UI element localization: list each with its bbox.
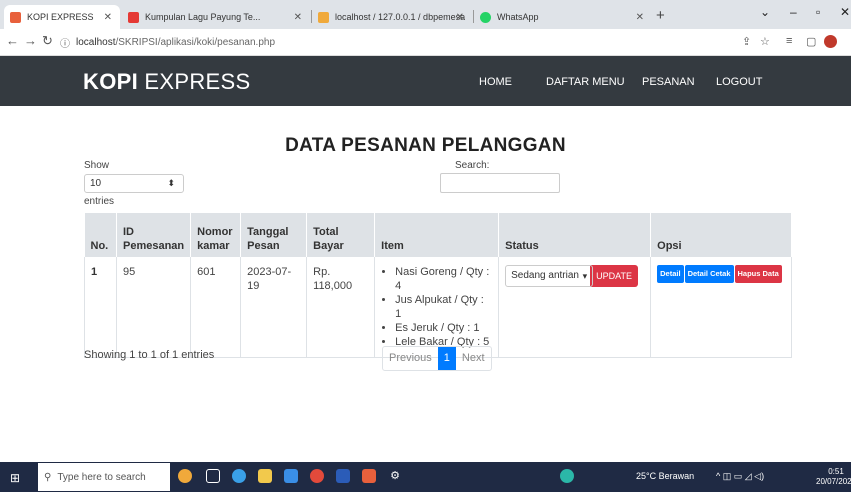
tab-search-icon[interactable]: ⌄ [760, 5, 770, 19]
pagination: Previous 1 Next [382, 346, 492, 371]
cell-total: Rp. 118,000 [306, 257, 376, 358]
tab-phpmyadmin[interactable]: localhost / 127.0.0.1 / dbpemesa ✕ [312, 5, 472, 29]
nav-logout[interactable]: LOGOUT [716, 76, 762, 88]
tab-whatsapp[interactable]: WhatsApp ✕ [474, 5, 652, 29]
col-no[interactable]: No. [84, 213, 117, 257]
table-row: 1 95 601 2023-07-19 Rp. 118,000 Nasi Gor… [84, 257, 792, 358]
hapus-data-button[interactable]: Hapus Data [734, 265, 782, 283]
item-list: Nasi Goreng / Qty : 4 Jus Alpukat / Qty … [381, 265, 492, 349]
minimize-icon[interactable]: – [790, 5, 797, 19]
close-tab-icon[interactable]: ✕ [636, 12, 644, 23]
entries-label: entries [84, 196, 115, 207]
cell-items: Nasi Goreng / Qty : 4 Jus Alpukat / Qty … [374, 257, 500, 358]
detail-cetak-button[interactable]: Detail Cetak [684, 265, 734, 283]
settings-gear-icon[interactable]: ⚙ [388, 469, 402, 483]
col-status[interactable]: Status [498, 213, 652, 257]
chrome-icon[interactable] [310, 469, 324, 483]
word-icon[interactable] [336, 469, 350, 483]
app-icon[interactable] [560, 469, 574, 483]
browser-tab-bar: KOPI EXPRESS ✕ Kumpulan Lagu Payung Te..… [0, 0, 851, 29]
next-button[interactable]: Next [456, 347, 491, 370]
close-tab-icon[interactable]: ✕ [104, 12, 112, 23]
nav-home[interactable]: HOME [479, 76, 512, 88]
tray-icons[interactable]: ^ ◫ ▭ ◿ ◁) [716, 471, 764, 482]
bookmark-star-icon[interactable]: ☆ [760, 35, 770, 48]
site-info-icon[interactable]: ⓘ [60, 35, 70, 50]
reload-icon[interactable]: ↻ [42, 33, 53, 49]
list-item: Es Jeruk / Qty : 1 [395, 321, 492, 335]
update-button[interactable]: UPDATE [590, 265, 638, 287]
cell-status: Sedang antrian ▾ UPDATE [498, 257, 652, 358]
share-icon[interactable]: ⇪ [742, 35, 751, 48]
file-explorer-icon[interactable] [258, 469, 272, 483]
col-tanggal-pesan[interactable]: Tanggal Pesan [240, 213, 308, 257]
orders-table: No. ID Pemesanan Nomor kamar Tanggal Pes… [84, 213, 792, 358]
page-1-button[interactable]: 1 [437, 347, 456, 370]
status-select[interactable]: Sedang antrian ▾ [505, 265, 594, 287]
widgets-icon[interactable] [178, 469, 192, 483]
col-opsi[interactable]: Opsi [650, 213, 792, 257]
col-nomor-kamar[interactable]: Nomor kamar [190, 213, 242, 257]
cell-tanggal: 2023-07-19 [240, 257, 308, 358]
whatsapp-favicon-icon [480, 11, 491, 23]
table-info: Showing 1 to 1 of 1 entries [84, 349, 215, 361]
search-input[interactable] [440, 173, 560, 193]
tab-kopi-express[interactable]: KOPI EXPRESS ✕ [4, 5, 120, 29]
mail-icon[interactable] [284, 469, 298, 483]
site-navbar: KOPI EXPRESS HOME DAFTAR MENU PESANAN LO… [0, 56, 851, 106]
close-tab-icon[interactable]: ✕ [456, 12, 464, 23]
table-header-row: No. ID Pemesanan Nomor kamar Tanggal Pes… [84, 213, 792, 257]
cell-opsi: Detail Detail Cetak Hapus Data [650, 257, 792, 358]
close-tab-icon[interactable]: ✕ [294, 12, 302, 23]
forward-icon[interactable]: → [24, 33, 37, 48]
maximize-icon[interactable]: ▫ [816, 5, 820, 19]
col-item[interactable]: Item [374, 213, 500, 257]
list-item: Nasi Goreng / Qty : 4 [395, 265, 492, 293]
url-host: localhost [76, 36, 116, 48]
tab-kumpulan-lagu[interactable]: Kumpulan Lagu Payung Te... ✕ [122, 5, 310, 29]
profile-avatar-icon[interactable] [824, 35, 837, 48]
cell-kamar: 601 [190, 257, 242, 358]
previous-button[interactable]: Previous [383, 347, 438, 370]
weather-status[interactable]: 25°C Berawan [636, 471, 694, 481]
cell-no: 1 [84, 257, 117, 358]
col-total-bayar[interactable]: Total Bayar [306, 213, 376, 257]
cell-id: 95 [116, 257, 192, 358]
url-path: /SKRIPSI/aplikasi/koki/pesanan.php [115, 36, 276, 48]
close-window-icon[interactable]: ✕ [840, 5, 850, 19]
youtube-favicon-icon [128, 11, 139, 23]
windows-start-icon[interactable]: ⊞ [10, 471, 20, 485]
sidebar-icon[interactable]: ▢ [806, 35, 816, 48]
url-field[interactable]: ⓘ localhost /SKRIPSI/aplikasi/koki/pesan… [60, 32, 740, 52]
system-clock[interactable]: 0:51 20/07/2023 [816, 467, 851, 487]
brand-logo[interactable]: KOPI EXPRESS [83, 69, 250, 95]
new-tab-button[interactable]: + [656, 7, 665, 24]
reading-list-icon[interactable]: ≡ [786, 35, 792, 47]
page-title: DATA PESANAN PELANGGAN [285, 135, 566, 156]
show-label: Show [84, 160, 110, 171]
task-view-icon[interactable] [206, 469, 220, 483]
select-caret-icon: ⬍ [167, 178, 175, 188]
kopi-favicon-icon [10, 11, 21, 23]
nav-pesanan[interactable]: PESANAN [642, 76, 695, 88]
col-id-pemesanan[interactable]: ID Pemesanan [116, 213, 192, 257]
entries-select[interactable]: 10 ⬍ [84, 174, 184, 193]
list-item: Jus Alpukat / Qty : 1 [395, 293, 492, 321]
taskbar-search-input[interactable]: ⚲ Type here to search [38, 463, 170, 491]
chevron-down-icon: ▾ [582, 271, 588, 281]
search-label: Search: [455, 160, 490, 171]
nav-daftar-menu[interactable]: DAFTAR MENU [546, 76, 625, 88]
back-icon[interactable]: ← [6, 33, 19, 48]
phpmyadmin-favicon-icon [318, 11, 329, 23]
detail-button[interactable]: Detail [657, 265, 684, 283]
xampp-icon[interactable] [362, 469, 376, 483]
edge-icon[interactable] [232, 469, 246, 483]
windows-taskbar: ⊞ ⚲ Type here to search ⚙ 25°C Berawan ^… [0, 462, 851, 492]
search-icon: ⚲ [44, 471, 52, 483]
address-bar-row: ← → ↻ ⓘ localhost /SKRIPSI/aplikasi/koki… [0, 29, 851, 56]
